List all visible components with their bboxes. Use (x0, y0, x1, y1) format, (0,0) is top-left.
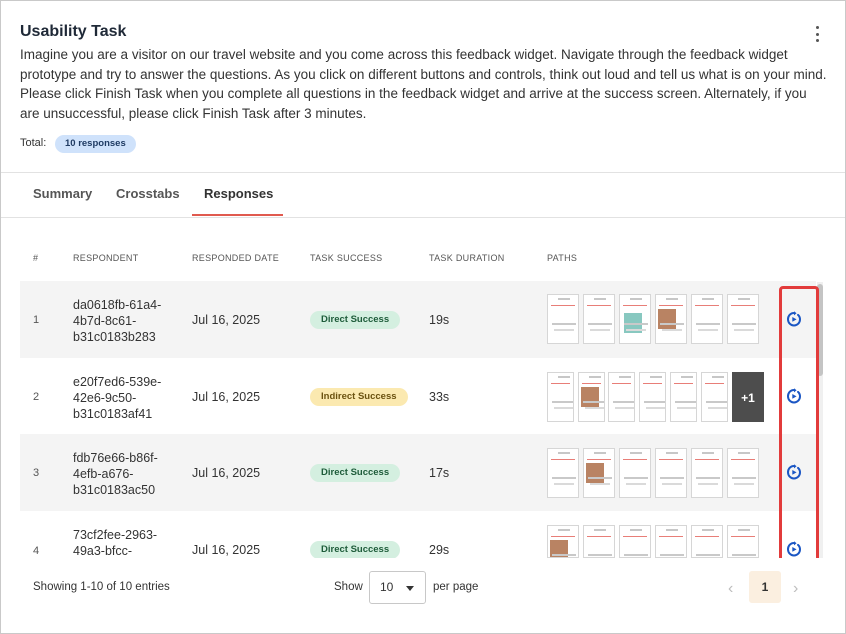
path-thumbnail[interactable] (655, 448, 687, 498)
path-thumbnail[interactable] (670, 372, 697, 422)
responded-date: Jul 16, 2025 (192, 313, 261, 327)
page-title: Usability Task (20, 23, 127, 40)
tabs-divider (1, 217, 845, 218)
path-thumbnail[interactable] (608, 372, 635, 422)
status-badge: Direct Success (310, 541, 401, 559)
respondent-id[interactable]: da0618fb-61a4-4b7d-8c61-b31c0183b283 (73, 297, 183, 345)
row-number: 3 (33, 467, 40, 479)
responded-date: Jul 16, 2025 (192, 466, 261, 480)
path-thumbnail[interactable] (701, 372, 728, 422)
path-thumbnail[interactable] (727, 294, 759, 344)
task-description: Imagine you are a visitor on our travel … (20, 47, 827, 121)
row-number: 4 (33, 545, 40, 557)
page-number-current[interactable]: 1 (749, 571, 781, 603)
path-thumbnail[interactable] (583, 294, 615, 344)
path-thumbnail[interactable] (655, 294, 687, 344)
path-thumbnail[interactable] (619, 525, 651, 558)
path-thumbnail[interactable] (727, 448, 759, 498)
chevron-down-icon (406, 586, 414, 591)
kebab-menu-icon[interactable] (811, 26, 823, 42)
tab-crosstabs[interactable]: Crosstabs (116, 186, 180, 201)
divider (1, 172, 845, 173)
path-thumbnail[interactable] (619, 294, 651, 344)
path-thumbnail[interactable] (547, 294, 579, 344)
col-header-task-success: TASK SUCCESS (310, 253, 383, 263)
path-thumbnail[interactable] (547, 448, 579, 498)
path-thumbnail[interactable] (578, 372, 605, 422)
col-header-task-duration: TASK DURATION (429, 253, 505, 263)
per-page-select[interactable]: 10 (369, 571, 426, 604)
path-thumbnail[interactable] (583, 525, 615, 558)
show-label: Show (334, 581, 363, 593)
task-duration: 29s (429, 543, 450, 557)
responded-date: Jul 16, 2025 (192, 390, 261, 404)
active-tab-indicator (192, 214, 283, 216)
previous-page-icon[interactable]: ‹ (728, 580, 733, 598)
next-page-icon[interactable]: › (793, 580, 798, 598)
task-duration: 17s (429, 466, 450, 480)
more-paths-indicator[interactable]: +1 (732, 372, 764, 422)
path-thumbnail[interactable] (619, 448, 651, 498)
total-label: Total: (20, 137, 47, 149)
highlight-box (779, 286, 819, 568)
per-page-label: per page (433, 581, 479, 593)
path-thumbnail[interactable] (639, 372, 666, 422)
respondent-id[interactable]: fdb76e66-b86f-4efb-a676-b31c0183ac50 (73, 450, 183, 498)
col-header-respondent: RESPONDENT (73, 253, 139, 263)
status-badge: Direct Success (310, 464, 401, 482)
status-badge: Direct Success (310, 311, 401, 329)
path-thumbnail[interactable] (547, 372, 574, 422)
col-header-responded-date: RESPONDED DATE (192, 253, 280, 263)
path-thumbnail[interactable] (547, 525, 579, 558)
entries-summary: Showing 1-10 of 10 entries (33, 581, 170, 593)
responded-date: Jul 16, 2025 (192, 543, 261, 557)
row-number: 1 (33, 314, 40, 326)
path-thumbnail[interactable] (727, 525, 759, 558)
path-thumbnail[interactable] (583, 448, 615, 498)
respondent-id[interactable]: e20f7ed6-539e-42e6-9c50-b31c0183af41 (73, 374, 183, 422)
path-thumbnail[interactable] (691, 294, 723, 344)
col-header-number: # (33, 253, 39, 263)
row-number: 2 (33, 391, 40, 403)
per-page-value: 10 (380, 580, 394, 594)
task-duration: 33s (429, 390, 450, 404)
status-badge: Indirect Success (310, 388, 408, 406)
respondent-id[interactable]: 73cf2fee-2963-49a3-bfcc- (73, 527, 183, 559)
tab-summary[interactable]: Summary (33, 186, 92, 201)
path-thumbnail[interactable] (691, 448, 723, 498)
col-header-paths: PATHS (547, 253, 578, 263)
path-thumbnail[interactable] (691, 525, 723, 558)
path-thumbnail[interactable] (655, 525, 687, 558)
tab-responses[interactable]: Responses (204, 186, 273, 201)
total-badge: 10 responses (55, 135, 136, 153)
task-duration: 19s (429, 313, 450, 327)
